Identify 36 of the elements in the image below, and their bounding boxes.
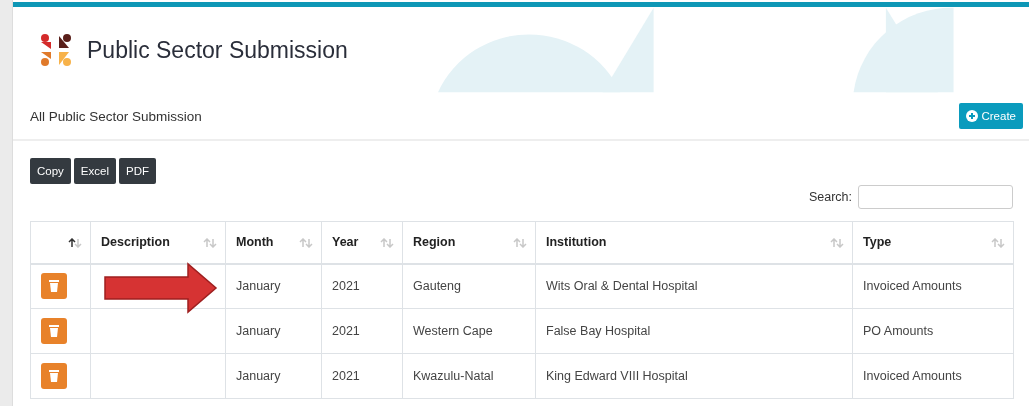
table-cell: Invoiced Amounts	[863, 279, 962, 294]
table-cell: Western Cape	[413, 324, 493, 338]
export-button[interactable]: Excel	[73, 158, 116, 184]
column-header[interactable]: Description	[90, 221, 226, 264]
table-cell: PO Amounts	[863, 324, 934, 338]
table-cell: 2021	[332, 324, 360, 338]
column-header[interactable]: Month	[225, 221, 322, 264]
logo-icon	[39, 33, 73, 67]
table-cell: Invoiced Amounts	[863, 369, 962, 383]
column-header[interactable]: Year	[321, 221, 403, 264]
table-cell: Kwazulu-Natal	[413, 369, 494, 383]
page-title: Public Sector Submission	[87, 36, 348, 64]
column-header[interactable]: Type	[852, 221, 1014, 264]
search-field[interactable]	[858, 185, 1013, 209]
plus-circle-icon	[966, 110, 979, 122]
table-cell: False Bay Hospital	[546, 324, 651, 338]
table-cell: Gauteng	[413, 279, 461, 294]
trash-icon	[49, 280, 59, 293]
table-cell: King Edward VIII Hospital	[546, 369, 688, 383]
export-button[interactable]: PDF	[119, 158, 156, 184]
table-cell: January	[236, 279, 281, 294]
column-header[interactable]: Region	[402, 221, 536, 264]
search-label: Search:	[808, 190, 852, 204]
table-cell: Wits Oral & Dental Hospital	[546, 279, 698, 294]
table-cell: 2021	[332, 369, 360, 383]
delete-button[interactable]	[41, 273, 67, 300]
card-title: All Public Sector Submission	[30, 108, 202, 124]
delete-button[interactable]	[41, 318, 67, 344]
trash-icon	[49, 325, 59, 337]
export-button[interactable]: Copy	[30, 158, 71, 184]
table-cell: 2021	[332, 279, 360, 294]
table-cell: January	[236, 324, 281, 338]
table-cell: January	[236, 369, 281, 383]
trash-icon	[49, 370, 59, 382]
column-header[interactable]: Institution	[535, 221, 853, 264]
delete-button[interactable]	[41, 363, 67, 389]
